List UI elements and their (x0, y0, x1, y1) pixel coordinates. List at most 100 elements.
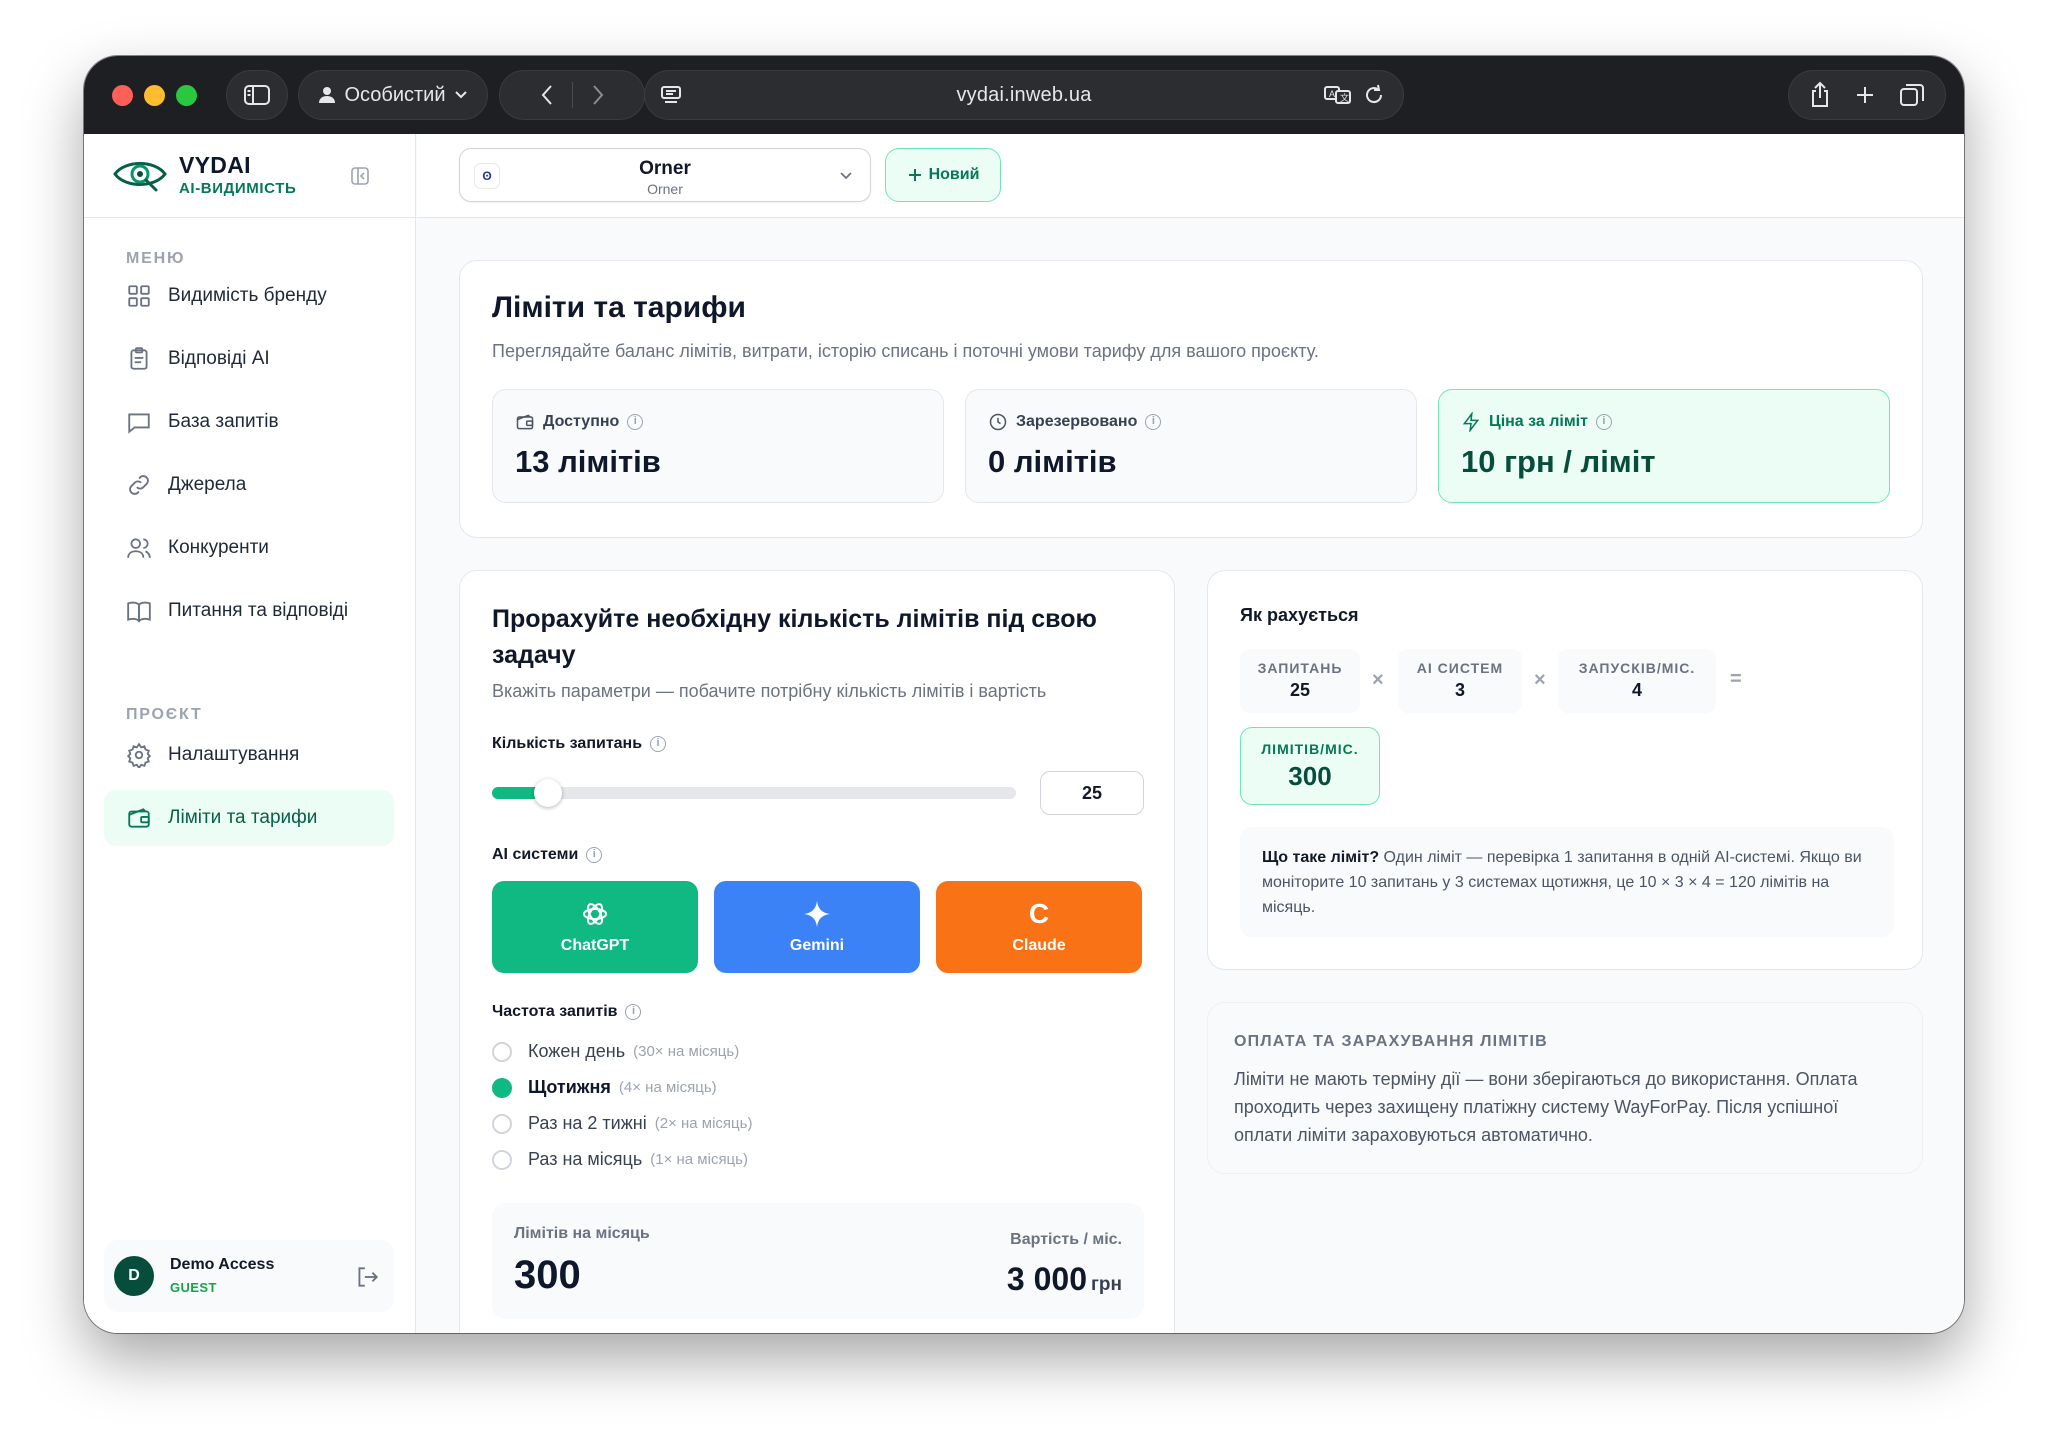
info-icon[interactable]: i (1145, 414, 1162, 430)
sidebar-icon (244, 85, 270, 105)
profile-name: Особистий (344, 83, 446, 106)
profile-button[interactable]: Особистий (298, 70, 488, 120)
project-selector[interactable]: ʘ Orner Orner (459, 148, 871, 202)
stat-value: 0 лімітів (988, 444, 1117, 479)
zoom-window-button[interactable] (176, 85, 197, 106)
back-arrow-icon[interactable] (540, 83, 554, 107)
minimize-window-button[interactable] (144, 85, 165, 106)
collapse-sidebar-icon[interactable] (350, 166, 370, 186)
frequency-option-monthly[interactable]: Раз на місяць (1× на місяць) (492, 1149, 748, 1170)
project-name: Orner (639, 158, 691, 179)
info-icon[interactable]: i (1595, 414, 1612, 430)
person-icon (319, 87, 336, 103)
sparkle-icon (804, 901, 830, 927)
svg-text:文: 文 (1340, 92, 1349, 103)
frequency-option-weekly[interactable]: Щотижня (4× на місяць) (492, 1077, 717, 1098)
stat-value: 13 лімітів (515, 444, 661, 479)
ai-system-name: Gemini (789, 937, 845, 954)
sidebar-toggle-button[interactable] (226, 70, 288, 120)
multiply-sign: × (1372, 669, 1384, 691)
logout-icon[interactable] (354, 1264, 380, 1290)
sidebar-item-competitors[interactable]: Конкуренти (104, 520, 394, 576)
chevron-down-icon (840, 172, 852, 180)
frequency-option-biweekly[interactable]: Раз на 2 тижні (2× на місяць) (492, 1113, 752, 1134)
radio-button-selected[interactable] (492, 1077, 512, 1098)
ai-systems-label: AI системи (492, 846, 579, 863)
factor-key: ЗАПИТАНЬ (1257, 660, 1343, 676)
queries-input[interactable]: 25 (1040, 771, 1144, 815)
address-bar[interactable]: vydai.inweb.ua A文 (644, 70, 1404, 120)
sidebar-item-sources[interactable]: Джерела (104, 457, 394, 513)
sidebar-item-settings[interactable]: Налаштування (104, 727, 394, 783)
forward-arrow-icon[interactable] (591, 83, 605, 107)
ai-system-name: ChatGPT (560, 937, 630, 954)
queries-label: Кількість запитань (492, 735, 643, 752)
new-tab-icon[interactable] (1853, 83, 1877, 107)
translate-icon[interactable]: A文 (1323, 83, 1353, 107)
frequency-option-daily[interactable]: Кожен день (30× на місяць) (492, 1041, 739, 1062)
radio-button[interactable] (492, 1041, 512, 1062)
result-cost-currency: грн (1091, 1274, 1122, 1295)
info-icon[interactable]: i (627, 414, 644, 430)
page-menu-icon[interactable] (659, 83, 683, 107)
note-heading: Що таке ліміт? (1262, 849, 1380, 866)
project-section-label: ПРОЄКТ (126, 706, 203, 723)
radio-button[interactable] (492, 1149, 512, 1170)
share-icon[interactable] (1808, 81, 1832, 109)
formula-result: ЛІМІТІВ/МІС. 300 (1240, 727, 1380, 805)
factor-value: 4 (1631, 680, 1642, 700)
clock-icon (989, 413, 1007, 431)
info-icon[interactable]: i (586, 847, 603, 863)
factor-key: AI СИСТЕМ (1416, 660, 1504, 676)
page-title: Ліміти та тарифи (492, 291, 746, 324)
nav-separator (571, 82, 573, 108)
sidebar-item-qa[interactable]: Питання та відповіді (104, 583, 394, 639)
info-icon[interactable]: i (650, 736, 667, 752)
factor-key: ЗАПУСКІВ/МІС. (1578, 660, 1696, 676)
sidebar-item-limits-tariffs[interactable]: Ліміти та тарифи (104, 790, 394, 846)
stat-label: Зарезервовано (1016, 413, 1138, 430)
ai-system-chatgpt-button[interactable]: ChatGPT (492, 881, 698, 973)
sidebar-item-label: Джерела (168, 474, 247, 495)
sidebar-item-label: Конкуренти (168, 537, 269, 558)
queries-slider[interactable] (492, 779, 1016, 807)
ai-system-gemini-button[interactable]: Gemini (714, 881, 920, 973)
frequency-label: Частота запитів (492, 1003, 618, 1020)
close-window-button[interactable] (112, 85, 133, 106)
sidebar-item-label: Ліміти та тарифи (168, 807, 318, 828)
sidebar-item-brand-visibility[interactable]: Видимість бренду (104, 268, 394, 324)
factor-runs-per-month: ЗАПУСКІВ/МІС. 4 (1558, 649, 1716, 713)
users-icon (127, 538, 151, 558)
gear-icon (126, 742, 152, 768)
sidebar-item-label: Налаштування (168, 744, 300, 765)
tab-overview-icon[interactable] (1898, 82, 1926, 108)
lightning-icon (1462, 412, 1480, 432)
window-actions (1788, 70, 1946, 120)
slider-thumb[interactable] (534, 779, 562, 807)
ai-system-claude-button[interactable]: C Claude (936, 881, 1142, 973)
chevron-down-icon (454, 91, 467, 99)
info-icon[interactable]: i (625, 1004, 642, 1020)
sidebar-item-queries[interactable]: База запитів (104, 394, 394, 450)
result-limits-value: 300 (514, 1253, 581, 1297)
factor-value: 3 (1454, 680, 1465, 700)
sidebar-item-ai-answers[interactable]: Відповіді AI (104, 331, 394, 387)
calculator-subtitle: Вкажіть параметри — побачите потрібну кі… (492, 681, 1047, 701)
openai-icon (583, 903, 607, 925)
new-project-button[interactable]: Новий (885, 148, 1001, 202)
frequency-label-row: Частота запитів i (492, 1003, 642, 1021)
new-project-label: Новий (928, 166, 980, 183)
ai-systems-label-row: AI системи i (492, 846, 603, 864)
stat-reserved: Зарезервовано i 0 лімітів (965, 389, 1417, 503)
reload-icon[interactable] (1363, 83, 1385, 107)
radio-button[interactable] (492, 1113, 512, 1134)
user-card: D Demo Access GUEST (104, 1240, 394, 1312)
factor-value: 25 (1289, 680, 1311, 700)
frequency-option-label: Раз на місяць (528, 1149, 643, 1169)
formula-result-key: ЛІМІТІВ/МІС. (1261, 741, 1359, 757)
frequency-option-label: Раз на 2 тижні (528, 1113, 647, 1133)
multiply-sign: × (1534, 669, 1546, 691)
frequency-option-hint: (1× на місяць) (650, 1151, 748, 1168)
menu-section-label: МЕНЮ (126, 250, 186, 267)
brand-subtitle: AI-ВИДИМІСТЬ (179, 180, 297, 197)
